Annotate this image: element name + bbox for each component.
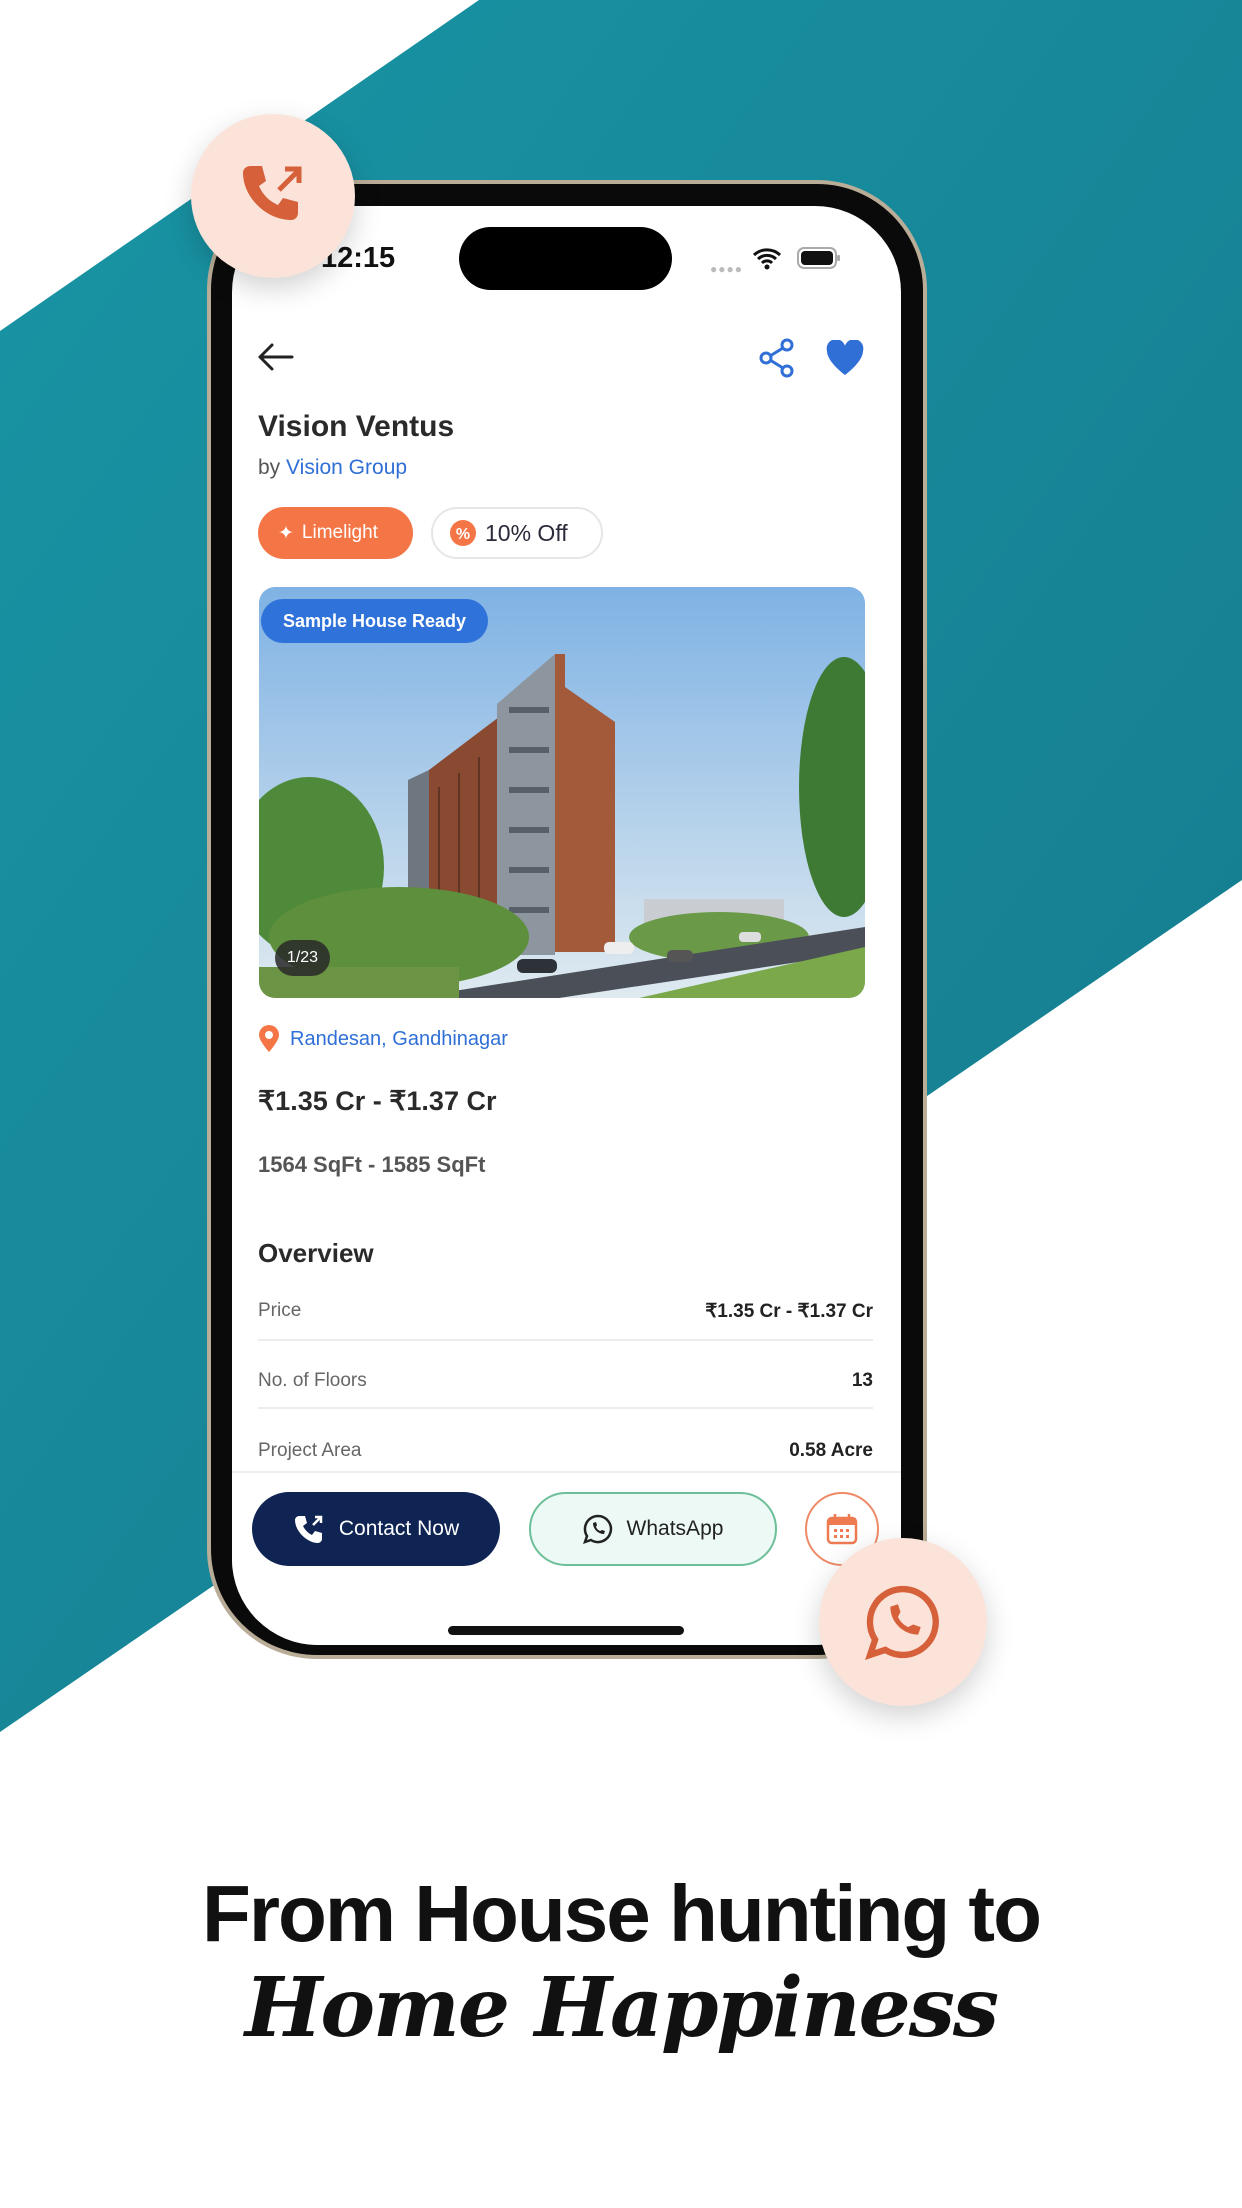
limelight-label: Limelight — [301, 522, 378, 543]
row-value: 13 — [851, 1370, 873, 1391]
contact-now-label: Contact Now — [338, 1517, 460, 1540]
whatsapp-icon — [582, 1514, 612, 1544]
sparkle-icon: ✦ — [278, 522, 294, 544]
whatsapp-label: WhatsApp — [626, 1517, 724, 1540]
whatsapp-bubble — [819, 1538, 987, 1706]
signal-icon: ●●●● — [710, 262, 743, 276]
divider — [258, 1339, 873, 1341]
battery-icon — [797, 247, 840, 269]
discount-badge: % 10% Off — [431, 507, 603, 559]
discount-label: 10% Off — [485, 519, 568, 546]
property-photo-carousel[interactable]: Sample House Ready 1/23 — [259, 587, 865, 998]
whatsapp-icon — [865, 1585, 939, 1660]
phone-screen: 12:15 ●●●● Vision Ventus by Vision Group… — [232, 206, 901, 1645]
overview-heading: Overview — [258, 1238, 374, 1268]
overview-row-floors: No. of Floors 13 — [258, 1370, 873, 1392]
sample-house-ready-tag: Sample House Ready — [261, 599, 489, 643]
location-pin-icon — [259, 1025, 279, 1052]
home-indicator — [448, 1626, 684, 1635]
back-arrow-icon[interactable] — [256, 340, 296, 374]
builder-line: by Vision Group — [258, 456, 407, 480]
wifi-icon — [752, 248, 782, 270]
row-value: 0.58 Acre — [789, 1440, 873, 1461]
limelight-badge: ✦ Limelight — [258, 507, 413, 559]
calendar-icon — [826, 1514, 858, 1545]
location[interactable]: Randesan, Gandhinagar — [258, 1025, 508, 1053]
area-range: 1564 SqFt - 1585 SqFt — [258, 1152, 486, 1177]
divider — [258, 1407, 873, 1409]
row-value: ₹1.35 Cr - ₹1.37 Cr — [705, 1301, 873, 1322]
price-range: ₹1.35 Cr - ₹1.37 Cr — [258, 1086, 497, 1116]
outgoing-call-icon — [243, 166, 302, 220]
row-label: Price — [258, 1300, 302, 1321]
by-label: by — [258, 456, 281, 479]
share-icon[interactable] — [758, 338, 796, 378]
row-label: No. of Floors — [258, 1370, 367, 1391]
discount-percent-icon: % — [450, 520, 476, 546]
whatsapp-button[interactable]: WhatsApp — [529, 1492, 777, 1566]
svg-text:%: % — [456, 526, 470, 543]
call-bubble — [191, 114, 355, 278]
headline-line-2: Home Happiness — [244, 1960, 999, 2056]
favorite-heart-icon[interactable] — [825, 340, 865, 376]
dynamic-island — [459, 227, 672, 290]
headline-line-1: From House hunting to — [202, 1869, 1042, 1958]
photo-counter: 1/23 — [275, 940, 330, 976]
property-title: Vision Ventus — [258, 410, 455, 443]
builder-link[interactable]: Vision Group — [286, 456, 407, 479]
overview-row-price: Price ₹1.35 Cr - ₹1.37 Cr — [258, 1300, 873, 1323]
location-text: Randesan, Gandhinagar — [290, 1027, 508, 1050]
building-photo — [259, 587, 865, 998]
phone-call-icon — [294, 1515, 323, 1543]
overview-row-project-area: Project Area 0.58 Acre — [258, 1440, 873, 1462]
row-label: Project Area — [258, 1440, 362, 1461]
contact-now-button[interactable]: Contact Now — [252, 1492, 500, 1566]
